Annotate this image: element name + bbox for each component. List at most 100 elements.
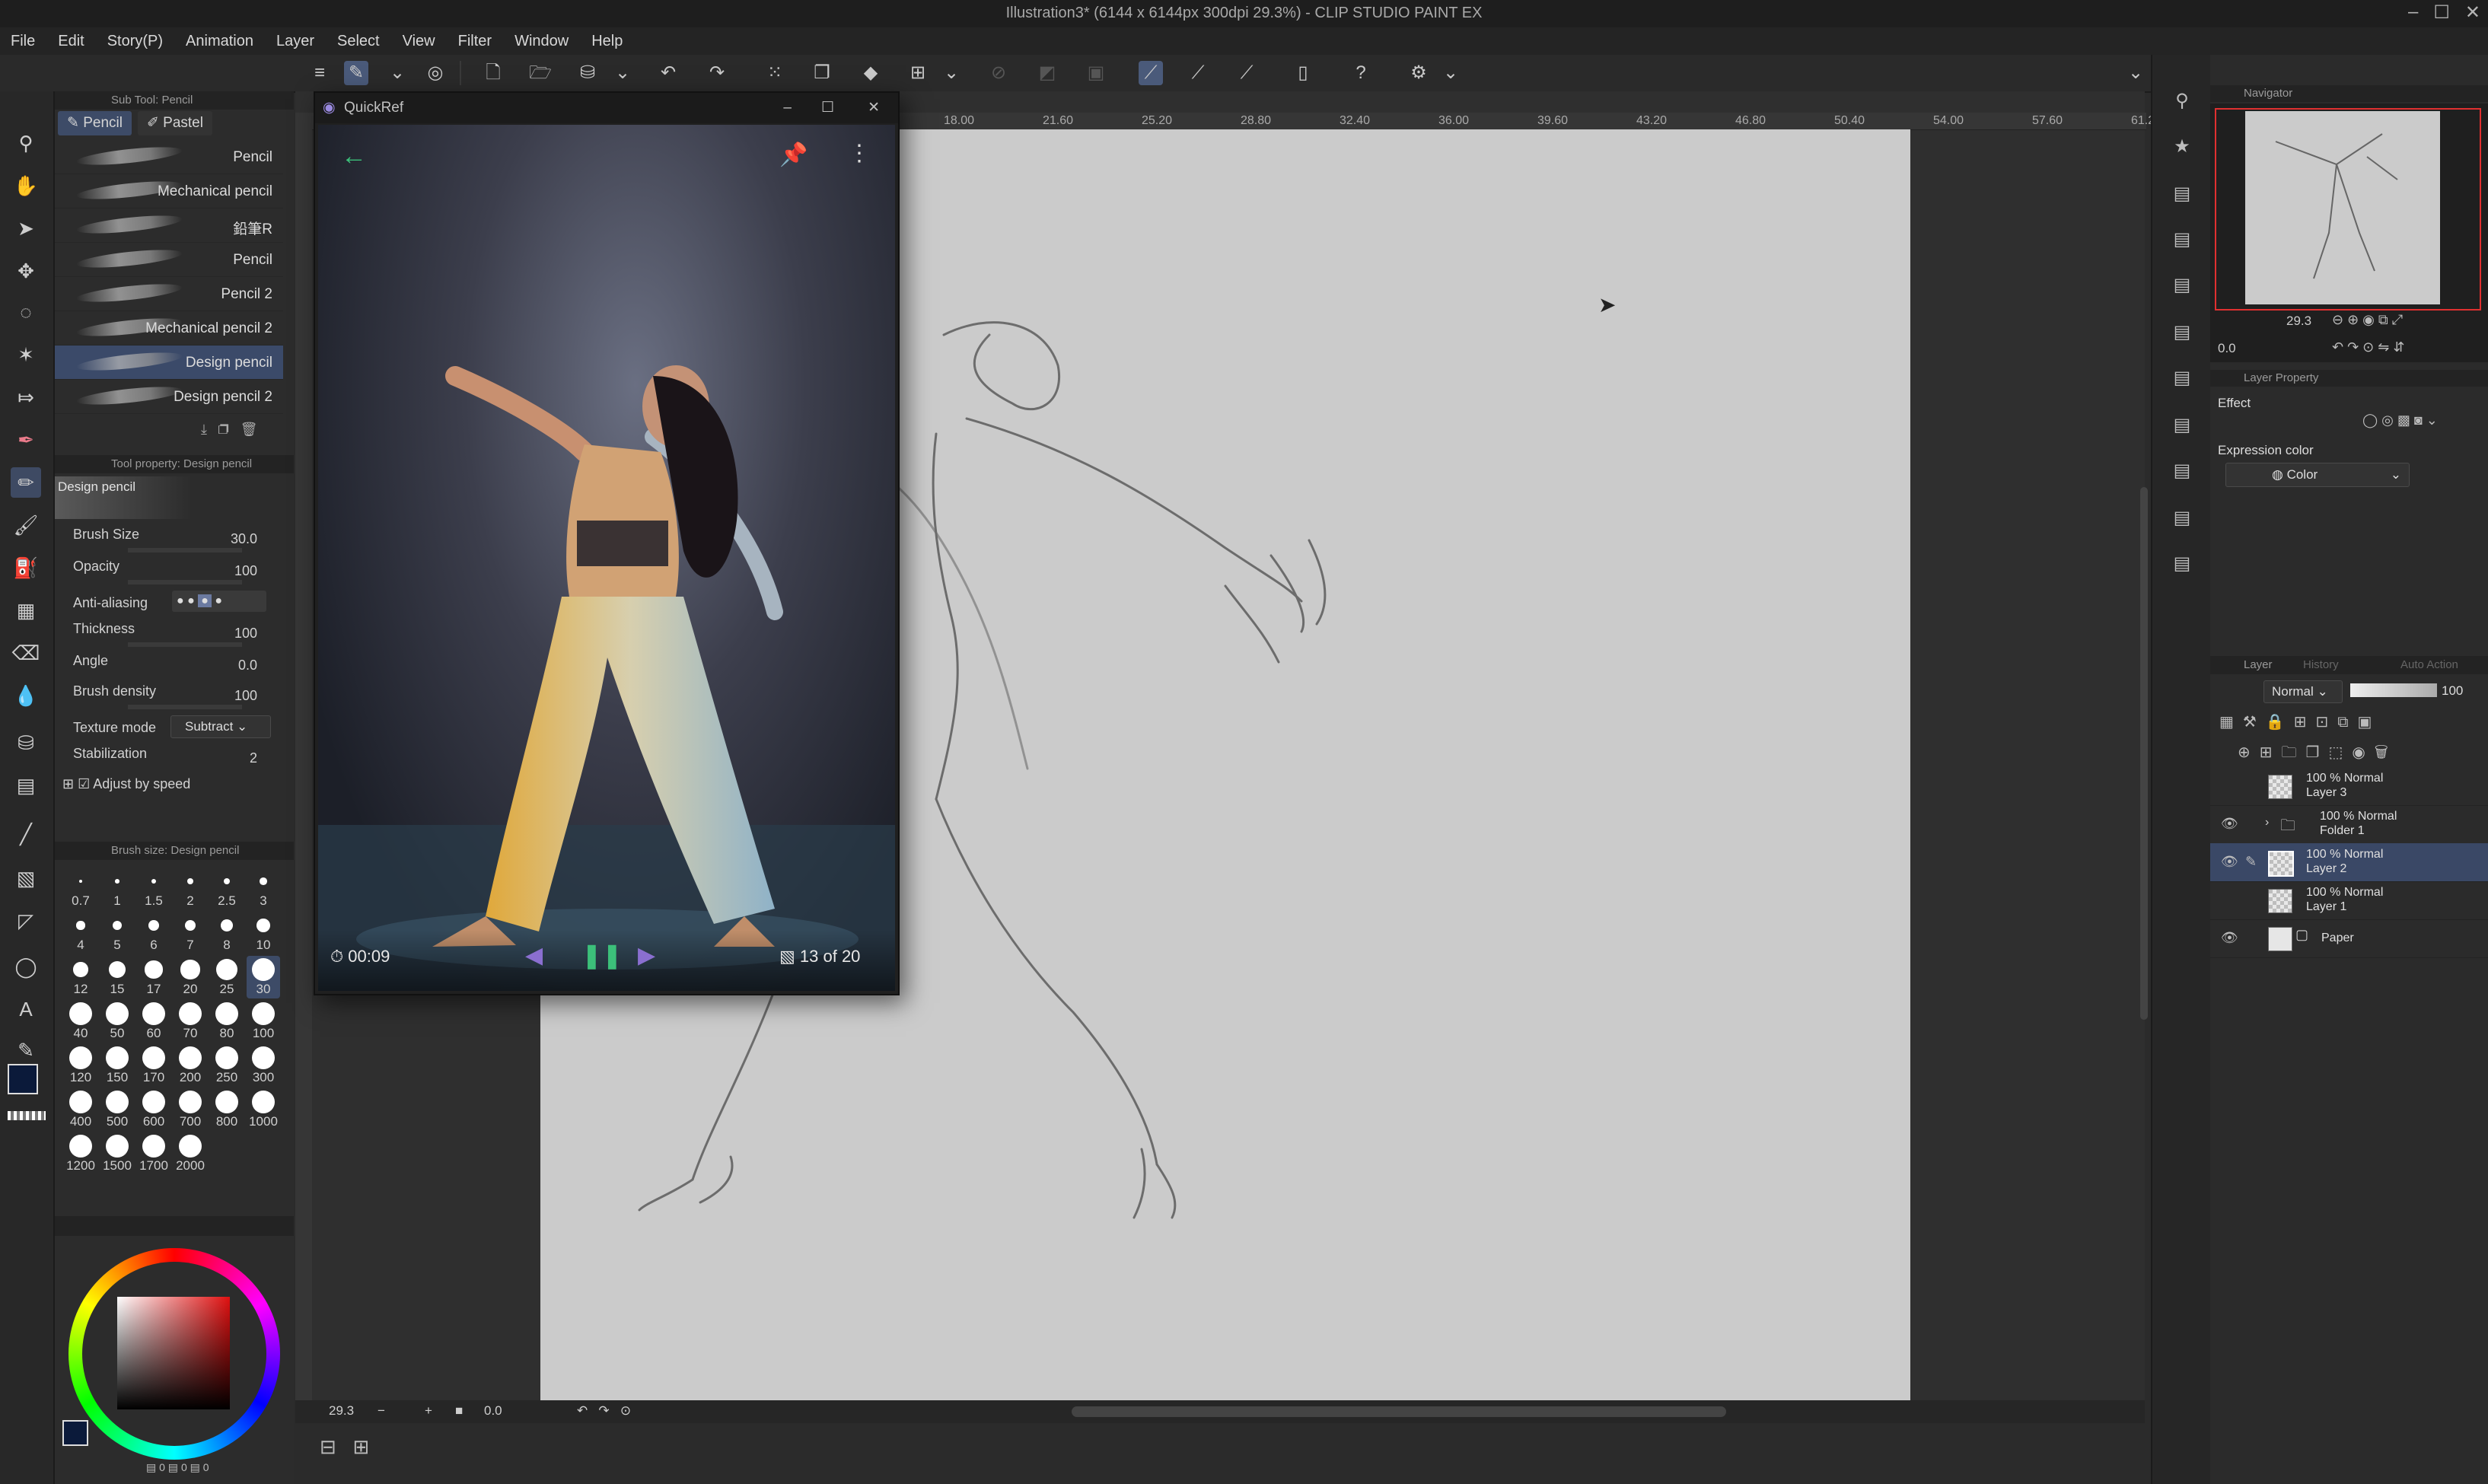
panel-icon[interactable]: ▤ bbox=[2166, 178, 2198, 210]
panel-icon[interactable]: ▤ bbox=[2166, 455, 2198, 487]
brush-size-option[interactable]: 4 bbox=[64, 912, 97, 954]
more-menu-icon[interactable]: ⋮ bbox=[848, 140, 871, 167]
copy-icon[interactable]: ❐ bbox=[810, 61, 834, 85]
brush-size-option[interactable]: 100 bbox=[247, 1000, 280, 1043]
subtool-actions[interactable]: ⤓ ❐ 🗑 bbox=[201, 422, 258, 438]
eyedropper-icon[interactable]: ⤇ bbox=[11, 382, 41, 412]
layer-row-folder1[interactable]: 👁 › 🗀 100 % Normal Folder 1 bbox=[2210, 805, 2488, 844]
fit-icon[interactable]: ■ bbox=[455, 1403, 463, 1419]
device-icon[interactable]: ▯ bbox=[1291, 61, 1315, 85]
tab-layer[interactable]: Layer bbox=[2244, 656, 2273, 674]
brush-size-option[interactable]: 10 bbox=[247, 912, 280, 954]
main-color-swatch-small[interactable] bbox=[62, 1420, 88, 1446]
balloon-tool-icon[interactable]: ◯ bbox=[11, 951, 41, 982]
gradient-tool-icon[interactable]: ▤ bbox=[11, 770, 41, 801]
brush-size-option[interactable]: 15 bbox=[100, 956, 134, 998]
brush-size-option[interactable]: 1200 bbox=[64, 1132, 97, 1175]
layer-row-layer1[interactable]: 100 % Normal Layer 1 bbox=[2210, 881, 2488, 920]
panel-icon[interactable]: ▤ bbox=[2166, 317, 2198, 349]
lasso-tool-icon[interactable]: ◌ bbox=[11, 297, 41, 327]
fill-tool-icon[interactable]: ⛁ bbox=[11, 728, 41, 758]
snap-grid-icon[interactable]: ⟋ bbox=[1234, 61, 1259, 85]
navigator-zoom[interactable]: 29.3 bbox=[2286, 314, 2311, 329]
brush-size-option[interactable]: 50 bbox=[100, 1000, 134, 1043]
brush-size-option[interactable]: 300 bbox=[247, 1044, 280, 1087]
saturation-value-square[interactable] bbox=[117, 1297, 230, 1409]
brush-size-option[interactable]: 8 bbox=[210, 912, 244, 954]
brush-item[interactable]: Pencil bbox=[55, 140, 283, 174]
effect-buttons[interactable]: ◯ ◎ ▩ ◙ ⌄ bbox=[2362, 412, 2438, 428]
zoom-in-icon[interactable]: + bbox=[425, 1403, 432, 1419]
main-color-swatch[interactable] bbox=[8, 1064, 38, 1094]
brush-item[interactable]: Pencil bbox=[55, 243, 283, 277]
brush-size-option[interactable]: 1000 bbox=[247, 1088, 280, 1131]
quickref-window[interactable]: ◉ QuickRef – ☐ ✕ ← 📌 ⋮ ⏱ 00:09 ◀ ❚❚ ▶ ▧ … bbox=[314, 91, 900, 995]
eye-icon[interactable]: 👁 bbox=[2221, 854, 2238, 870]
brush-item[interactable]: Mechanical pencil 2 bbox=[55, 311, 283, 346]
brush-item[interactable]: Pencil 2 bbox=[55, 277, 283, 311]
brush-size-option[interactable]: 60 bbox=[137, 1000, 170, 1043]
pencil-tool-icon[interactable]: ✏ bbox=[11, 467, 41, 498]
panel-icon[interactable]: ▤ bbox=[2166, 362, 2198, 394]
tab-pencil[interactable]: ✎ Pencil bbox=[58, 111, 132, 135]
angle-status[interactable]: 0.0 bbox=[484, 1403, 502, 1419]
brush-size-option[interactable]: 17 bbox=[137, 956, 170, 998]
snap-special-icon[interactable]: ⟋ bbox=[1186, 61, 1210, 85]
menu-edit[interactable]: Edit bbox=[58, 33, 84, 50]
brush-item[interactable]: Design pencil 2 bbox=[55, 380, 283, 414]
edit-mode-icon[interactable]: ✎ bbox=[344, 61, 368, 85]
fill-icon[interactable]: ◆ bbox=[859, 61, 883, 85]
brush-size-option[interactable]: 70 bbox=[174, 1000, 207, 1043]
layer-row-layer2[interactable]: 👁 ✎ 100 % Normal Layer 2 bbox=[2210, 843, 2488, 882]
layer-row-layer3[interactable]: 100 % Normal Layer 3 bbox=[2210, 767, 2488, 806]
brush-size-option[interactable]: 1700 bbox=[137, 1132, 170, 1175]
pause-icon[interactable]: ❚❚ bbox=[581, 941, 623, 970]
menu-animation[interactable]: Animation bbox=[186, 33, 253, 50]
layer-opacity-slider[interactable] bbox=[2350, 683, 2437, 697]
correct-line-tool-icon[interactable]: ✎ bbox=[11, 1035, 41, 1065]
eye-icon[interactable]: 👁 bbox=[2221, 930, 2238, 946]
frame-tool-icon[interactable]: ▧ bbox=[11, 863, 41, 893]
eraser-tool-icon[interactable]: ⌫ bbox=[11, 638, 41, 668]
brush-size-option[interactable]: 170 bbox=[137, 1044, 170, 1087]
search-icon[interactable]: ⚲ bbox=[2166, 85, 2198, 117]
panel-icon[interactable]: ▤ bbox=[2166, 548, 2198, 580]
brush-size-option[interactable]: 400 bbox=[64, 1088, 97, 1131]
navigator-view[interactable]: 29.3 ⊖ ⊕ ◉ ⧉ ⤢ 0.0 ↶ ↷ ⊙ ⇋ ⇵ bbox=[2210, 103, 2488, 362]
chevron-down-icon[interactable]: ⌄ bbox=[1443, 61, 1458, 85]
brush-size-option[interactable]: 25 bbox=[210, 956, 244, 998]
brush-size-option[interactable]: 7 bbox=[174, 912, 207, 954]
close-icon[interactable]: ✕ bbox=[2465, 2, 2480, 24]
decoration-tool-icon[interactable]: ▦ bbox=[11, 595, 41, 626]
brush-size-slider[interactable] bbox=[128, 548, 242, 553]
minimize-icon[interactable]: – bbox=[783, 93, 792, 123]
ruler-tool-icon[interactable]: ◸ bbox=[11, 906, 41, 936]
airbrush-tool-icon[interactable]: ⛽ bbox=[11, 553, 41, 583]
layer-opacity-value[interactable]: 100 bbox=[2442, 683, 2463, 699]
magic-wand-icon[interactable]: ✶ bbox=[11, 339, 41, 370]
quickref-titlebar[interactable]: ◉ QuickRef – ☐ ✕ bbox=[315, 93, 898, 123]
brush-size-value[interactable]: 30.0 bbox=[231, 531, 257, 547]
menu-select[interactable]: Select bbox=[337, 33, 380, 50]
collapse-icon[interactable]: ⌄ bbox=[2128, 61, 2143, 85]
maximize-icon[interactable]: ☐ bbox=[821, 93, 834, 123]
thickness-value[interactable]: 100 bbox=[234, 626, 257, 642]
menu-story[interactable]: Story(P) bbox=[107, 33, 163, 50]
next-icon[interactable]: ▶ bbox=[638, 942, 655, 969]
vertical-scrollbar[interactable] bbox=[2140, 487, 2148, 1020]
tab-auto-action[interactable]: Auto Action bbox=[2400, 656, 2458, 674]
minimize-icon[interactable]: – bbox=[2408, 2, 2418, 24]
brush-size-option[interactable]: 3 bbox=[247, 868, 280, 910]
figure-tool-icon[interactable]: ╱ bbox=[11, 819, 41, 849]
undo-icon[interactable]: ↶ bbox=[656, 61, 680, 85]
density-slider[interactable] bbox=[128, 705, 242, 709]
brush-size-option[interactable]: 0.7 bbox=[64, 868, 97, 910]
stabilization-value[interactable]: 2 bbox=[250, 750, 257, 766]
open-folder-icon[interactable]: 🗁 bbox=[528, 61, 553, 85]
snap-ruler-icon[interactable]: ⟋ bbox=[1139, 61, 1163, 85]
back-arrow-icon[interactable]: ← bbox=[341, 142, 367, 171]
panel-icon[interactable]: ▤ bbox=[2166, 269, 2198, 301]
opacity-value[interactable]: 100 bbox=[234, 563, 257, 579]
pen-tool-icon[interactable]: ✒ bbox=[11, 425, 41, 455]
clip-studio-icon[interactable]: ◎ bbox=[423, 61, 448, 85]
